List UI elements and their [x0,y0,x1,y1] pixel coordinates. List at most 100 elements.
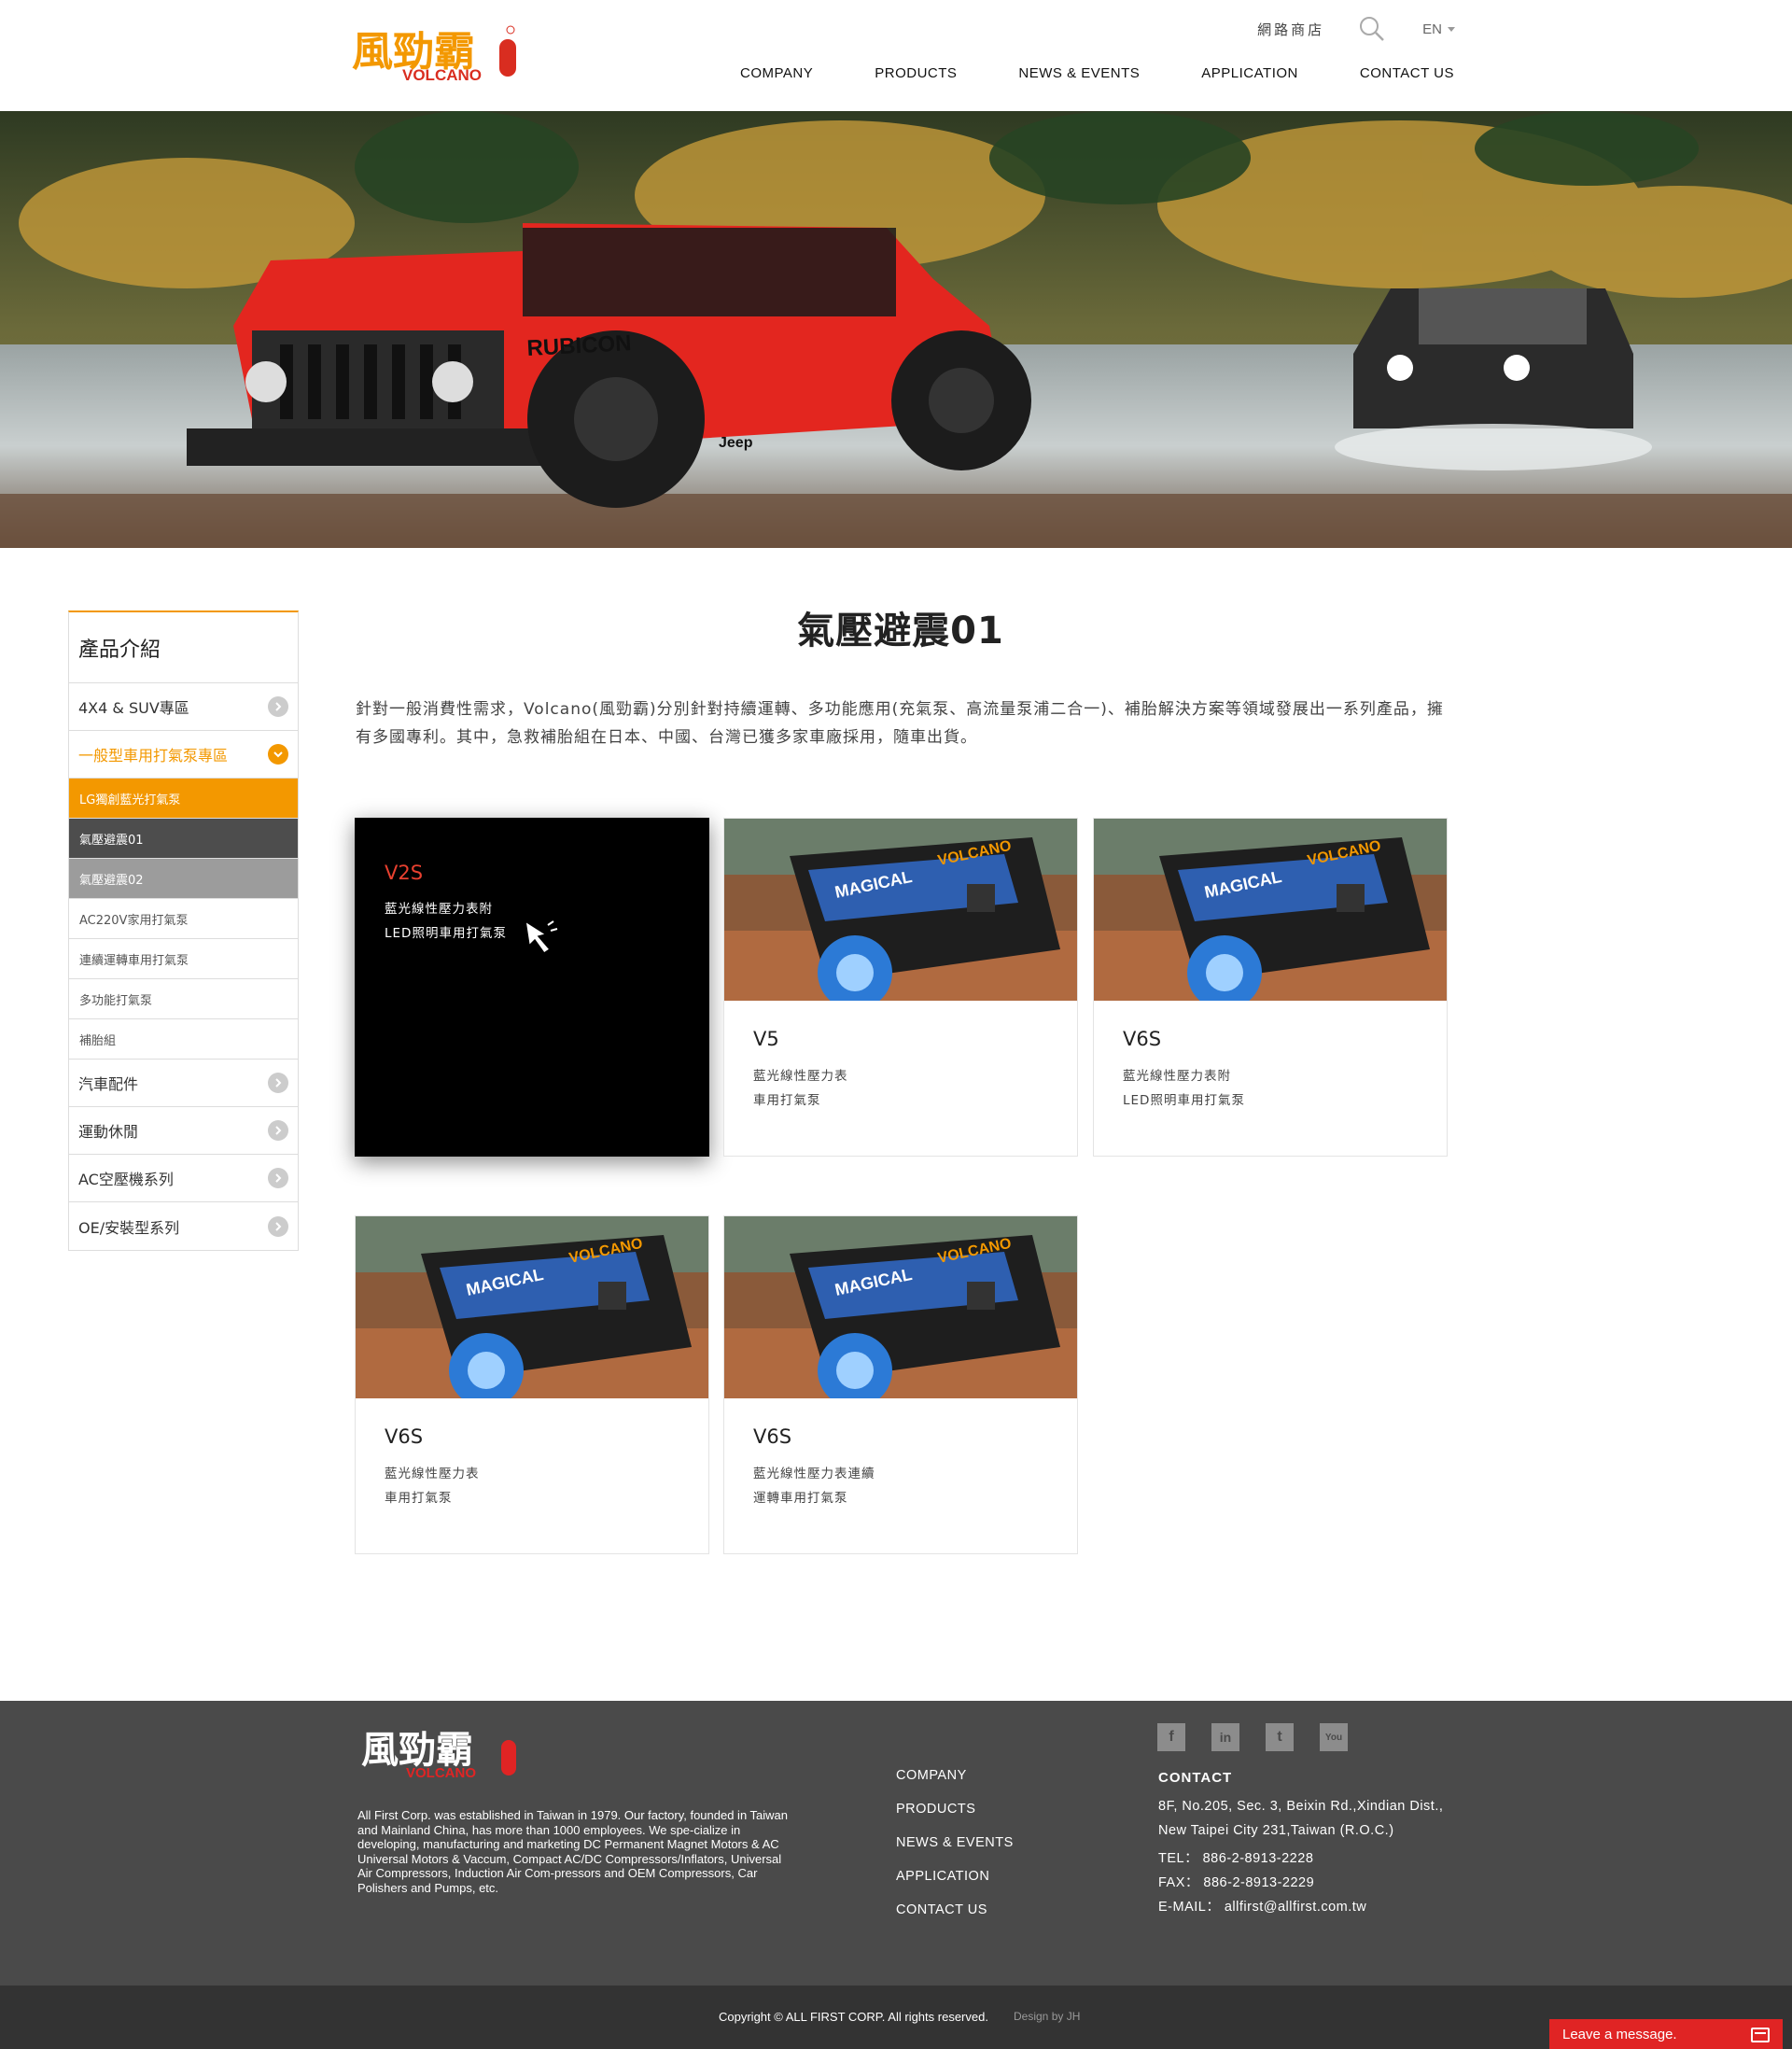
volcano-logo[interactable]: 風勁霸 VOLCANO [350,21,523,86]
chevron-right-icon [268,1120,288,1141]
sidebar-subitem-lg-blue-light[interactable]: LG獨創藍光打氣泵 [69,779,298,819]
svg-text:VOLCANO: VOLCANO [406,1765,476,1781]
chat-window-icon [1751,2028,1770,2042]
chevron-right-icon [268,1168,288,1188]
nav-products[interactable]: PRODUCTS [875,65,957,81]
language-select[interactable]: EN [1422,21,1455,37]
product-desc-line2: LED照明車用打氣泵 [385,926,507,941]
sidebar-category-label: 運動休閒 [78,1123,139,1141]
svg-text:VOLCANO: VOLCANO [402,66,482,84]
contact-tel: TEL： 886-2-8913-2228 [1158,1851,1314,1866]
product-name: V6S [753,1425,792,1448]
online-shop-link[interactable]: 網路商店 [1257,20,1324,39]
sidebar-subitem-multifunction[interactable]: 多功能打氣泵 [69,979,298,1019]
nav-contact-us[interactable]: CONTACT US [1360,65,1454,81]
page-title: 氣壓避震01 [797,610,1004,653]
leave-message-button[interactable]: Leave a message. [1549,2019,1783,2049]
contact-fax: FAX： 886-2-8913-2229 [1158,1875,1315,1890]
product-image: MAGICAL VOLCANO [356,1216,708,1398]
linkedin-icon[interactable]: in [1211,1723,1239,1751]
sidebar-category-car-accessories[interactable]: 汽車配件 [69,1060,298,1107]
product-card-v6s[interactable]: MAGICAL VOLCANO V6S 藍光線性壓力表 車用打氣泵 [355,1215,709,1554]
sidebar-category-ac-compressor[interactable]: AC空壓機系列 [69,1155,298,1202]
chevron-right-icon [268,696,288,717]
youtube-icon[interactable]: You [1320,1723,1348,1751]
product-card-v5[interactable]: MAGICAL VOLCANO V5 藍光線性壓力表 車用打氣泵 [723,818,1078,1157]
sidebar-subitem-ac220v[interactable]: AC220V家用打氣泵 [69,899,298,939]
nav-company[interactable]: COMPANY [740,65,813,81]
contact-title: CONTACT [1158,1770,1233,1786]
product-desc-line1: 藍光線性壓力表附 [385,902,493,917]
product-desc-line1: 藍光線性壓力表 [385,1467,480,1481]
sidebar-title: 產品介紹 [69,612,298,683]
footer-nav: COMPANY PRODUCTS NEWS & EVENTS APPLICATI… [896,1768,1014,1936]
main-nav: COMPANY PRODUCTS NEWS & EVENTS APPLICATI… [740,65,1454,81]
product-image: MAGICAL VOLCANO [1094,819,1447,1001]
contact-address-line2: New Taipei City 231,Taiwan (R.O.C.) [1158,1823,1394,1838]
footer-link-products[interactable]: PRODUCTS [896,1802,1014,1835]
footer-link-company[interactable]: COMPANY [896,1768,1014,1802]
footer-link-contact-us[interactable]: CONTACT US [896,1902,1014,1936]
dark-jeep-image [1335,288,1652,470]
site-header: 風勁霸 VOLCANO 網路商店 EN COMPANY PRODUCTS NEW… [0,0,1792,111]
product-name: V6S [385,1425,424,1448]
footer-link-news-events[interactable]: NEWS & EVENTS [896,1835,1014,1869]
product-desc-line1: 藍光線性壓力表連續 [753,1467,875,1481]
product-image: MAGICAL VOLCANO [724,819,1077,1001]
search-icon[interactable] [1359,16,1385,42]
contact-address-line1: 8F, No.205, Sec. 3, Beixin Rd.,Xindian D… [1158,1799,1444,1814]
facebook-icon[interactable]: f [1157,1723,1185,1751]
product-desc-line2: 車用打氣泵 [753,1093,821,1108]
product-card-v2s[interactable]: V2S 藍光線性壓力表附 LED照明車用打氣泵 [355,818,709,1157]
header-utility: 網路商店 EN [1257,17,1455,41]
sidebar-category-sports[interactable]: 運動休閒 [69,1107,298,1155]
site-footer: 風勁霸 VOLCANO All First Corp. was establis… [0,1701,1792,1986]
copyright-text: Copyright © ALL FIRST CORP. All rights r… [719,2010,988,2024]
twitter-icon[interactable]: t [1266,1723,1294,1751]
sidebar-category-label: 4X4 & SUV專區 [78,699,189,717]
nav-application[interactable]: APPLICATION [1201,65,1298,81]
contact-email[interactable]: E-MAIL： allfirst@allfirst.com.tw [1158,1896,1443,1920]
sidebar-subitem-air-shock-01[interactable]: 氣壓避震01 [69,819,298,859]
product-card-v6s[interactable]: MAGICAL VOLCANO V6S 藍光線性壓力表連續 運轉車用打氣泵 [723,1215,1078,1554]
chevron-down-icon [268,744,288,765]
product-image: MAGICAL VOLCANO [724,1216,1077,1398]
svg-text:Jeep: Jeep [719,435,753,451]
product-desc-line2: LED照明車用打氣泵 [1123,1093,1245,1108]
sidebar-subitem-tire-repair[interactable]: 補胎組 [69,1019,298,1060]
leave-message-label: Leave a message. [1562,2026,1677,2042]
product-sidebar: 產品介紹 4X4 & SUV專區 一般型車用打氣泵專區 LG獨創藍光打氣泵 氣壓… [68,610,299,1251]
footer-about: All First Corp. was established in Taiwa… [357,1808,789,1895]
nav-news-events[interactable]: NEWS & EVENTS [1018,65,1140,81]
sidebar-category-general-pump[interactable]: 一般型車用打氣泵專區 [69,731,298,779]
footer-link-application[interactable]: APPLICATION [896,1869,1014,1902]
sidebar-category-oe[interactable]: OE/安裝型系列 [69,1202,298,1250]
intro-text: 針對一般消費性需求，Volcano(風勁霸)分別針對持續運轉、多功能應用(充氣泵… [356,700,1444,747]
language-label: EN [1422,21,1442,37]
sidebar-category-label: 汽車配件 [78,1075,139,1093]
product-desc-line2: 運轉車用打氣泵 [753,1491,848,1506]
chevron-right-icon [268,1215,288,1237]
copyright-bar: Copyright © ALL FIRST CORP. All rights r… [0,1986,1792,2049]
product-desc-line1: 藍光線性壓力表附 [1123,1069,1231,1084]
sidebar-category-label: OE/安裝型系列 [78,1218,180,1237]
footer-logo[interactable]: 風勁霸 VOLCANO [359,1721,523,1783]
sidebar-subitem-air-shock-02[interactable]: 氣壓避震02 [69,859,298,899]
design-credit[interactable]: Design by JH [1014,2010,1080,2023]
product-name: V6S [1123,1028,1162,1050]
product-name: V5 [753,1028,779,1050]
product-name: V2S [385,862,424,884]
social-links: f in t You [1157,1723,1348,1751]
product-card-v6s[interactable]: MAGICAL VOLCANO V6S 藍光線性壓力表附 LED照明車用打氣泵 [1093,818,1448,1157]
product-desc-line1: 藍光線性壓力表 [753,1069,848,1084]
sidebar-category-4x4-suv[interactable]: 4X4 & SUV專區 [69,683,298,731]
sidebar-category-label: AC空壓機系列 [78,1171,174,1188]
hand-cursor-icon [525,919,558,955]
chevron-down-icon [1448,26,1455,32]
sidebar-category-label: 一般型車用打氣泵專區 [78,747,229,765]
sidebar-subitem-continuous[interactable]: 連續運轉車用打氣泵 [69,939,298,979]
chevron-right-icon [268,1073,288,1093]
product-desc-line2: 車用打氣泵 [385,1491,453,1506]
footer-contact: CONTACT 8F, No.205, Sec. 3, Beixin Rd.,X… [1158,1770,1443,1920]
hero-banner: RUBICON Jeep [0,111,1792,548]
